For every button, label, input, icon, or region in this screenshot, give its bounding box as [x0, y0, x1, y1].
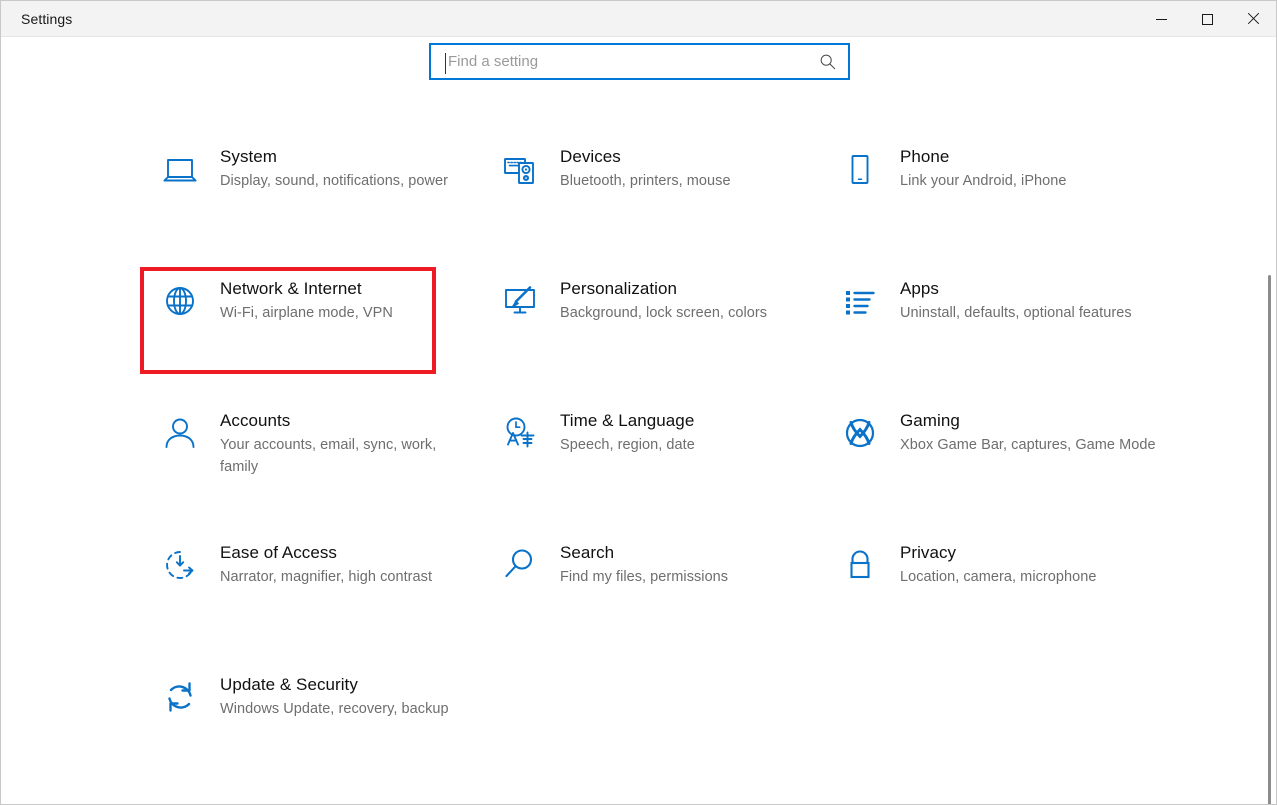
tile-description: Location, camera, microphone — [900, 566, 1096, 588]
tile-text: Time & Language Speech, region, date — [560, 407, 695, 456]
tile-text: System Display, sound, notifications, po… — [220, 143, 448, 192]
tile-description: Link your Android, iPhone — [900, 170, 1067, 192]
tile-title: Gaming — [900, 409, 1156, 432]
tile-title: Phone — [900, 145, 1067, 168]
title-bar: Settings — [1, 1, 1276, 37]
maximize-icon — [1202, 14, 1213, 25]
tile-title: Personalization — [560, 277, 767, 300]
tile-text: Update & Security Windows Update, recove… — [220, 671, 449, 720]
tile-title: Privacy — [900, 541, 1096, 564]
accessibility-clock-icon — [156, 541, 204, 589]
tile-system[interactable]: System Display, sound, notifications, po… — [156, 131, 496, 263]
tile-text: Search Find my files, permissions — [560, 539, 728, 588]
tile-search[interactable]: Search Find my files, permissions — [496, 527, 836, 659]
tile-description: Windows Update, recovery, backup — [220, 698, 449, 720]
close-button[interactable] — [1230, 1, 1276, 37]
tile-title: System — [220, 145, 448, 168]
globe-icon — [156, 277, 204, 325]
tile-description: Display, sound, notifications, power — [220, 170, 448, 192]
tile-text: Gaming Xbox Game Bar, captures, Game Mod… — [900, 407, 1156, 456]
tile-text: Personalization Background, lock screen,… — [560, 275, 767, 324]
phone-icon — [836, 145, 884, 193]
vertical-scrollbar[interactable] — [1259, 37, 1275, 805]
close-icon — [1247, 13, 1259, 25]
tile-text: Privacy Location, camera, microphone — [900, 539, 1096, 588]
tile-title: Apps — [900, 277, 1132, 300]
tile-title: Update & Security — [220, 673, 449, 696]
tile-devices[interactable]: Devices Bluetooth, printers, mouse — [496, 131, 836, 263]
tile-description: Wi-Fi, airplane mode, VPN — [220, 302, 393, 324]
xbox-icon — [836, 409, 884, 457]
tile-time-language[interactable]: Time & Language Speech, region, date — [496, 395, 836, 527]
settings-grid: System Display, sound, notifications, po… — [1, 131, 1263, 791]
tile-title: Ease of Access — [220, 541, 432, 564]
tile-title: Search — [560, 541, 728, 564]
tile-phone[interactable]: Phone Link your Android, iPhone — [836, 131, 1176, 263]
tile-description: Xbox Game Bar, captures, Game Mode — [900, 434, 1156, 456]
tile-personalization[interactable]: Personalization Background, lock screen,… — [496, 263, 836, 395]
tile-ease-of-access[interactable]: Ease of Access Narrator, magnifier, high… — [156, 527, 496, 659]
tile-description: Find my files, permissions — [560, 566, 728, 588]
window-title: Settings — [21, 12, 72, 26]
list-icon — [836, 277, 884, 325]
tile-description: Your accounts, email, sync, work, family — [220, 434, 478, 478]
tile-gaming[interactable]: Gaming Xbox Game Bar, captures, Game Mod… — [836, 395, 1176, 527]
keyboard-speaker-icon — [496, 145, 544, 193]
search-icon[interactable] — [819, 53, 837, 71]
tile-apps[interactable]: Apps Uninstall, defaults, optional featu… — [836, 263, 1176, 395]
tile-title: Devices — [560, 145, 731, 168]
search-box[interactable] — [429, 43, 850, 80]
window-controls — [1138, 1, 1276, 37]
tile-text: Apps Uninstall, defaults, optional featu… — [900, 275, 1132, 324]
magnifier-icon — [496, 541, 544, 589]
person-icon — [156, 409, 204, 457]
tile-text: Accounts Your accounts, email, sync, wor… — [220, 407, 478, 478]
tile-description: Narrator, magnifier, high contrast — [220, 566, 432, 588]
paintbrush-monitor-icon — [496, 277, 544, 325]
tile-text: Devices Bluetooth, printers, mouse — [560, 143, 731, 192]
tile-accounts[interactable]: Accounts Your accounts, email, sync, wor… — [156, 395, 496, 527]
tile-description: Bluetooth, printers, mouse — [560, 170, 731, 192]
tile-text: Phone Link your Android, iPhone — [900, 143, 1067, 192]
tile-network-internet[interactable]: Network & Internet Wi-Fi, airplane mode,… — [156, 263, 496, 395]
clock-language-icon — [496, 409, 544, 457]
refresh-icon — [156, 673, 204, 721]
search-input[interactable] — [431, 45, 848, 78]
tile-title: Time & Language — [560, 409, 695, 432]
tile-privacy[interactable]: Privacy Location, camera, microphone — [836, 527, 1176, 659]
tile-description: Uninstall, defaults, optional features — [900, 302, 1132, 324]
tile-text: Network & Internet Wi-Fi, airplane mode,… — [220, 275, 393, 324]
settings-window: Settings — [0, 0, 1277, 805]
tile-description: Background, lock screen, colors — [560, 302, 767, 324]
minimize-button[interactable] — [1138, 1, 1184, 37]
tile-description: Speech, region, date — [560, 434, 695, 456]
maximize-button[interactable] — [1184, 1, 1230, 37]
tile-text: Ease of Access Narrator, magnifier, high… — [220, 539, 432, 588]
lock-icon — [836, 541, 884, 589]
tile-title: Network & Internet — [220, 277, 393, 300]
tile-title: Accounts — [220, 409, 478, 432]
tile-update-security[interactable]: Update & Security Windows Update, recove… — [156, 659, 496, 791]
text-caret — [445, 53, 446, 74]
search-area — [429, 43, 850, 80]
laptop-icon — [156, 145, 204, 193]
scrollbar-thumb[interactable] — [1268, 275, 1271, 805]
minimize-icon — [1156, 19, 1167, 20]
